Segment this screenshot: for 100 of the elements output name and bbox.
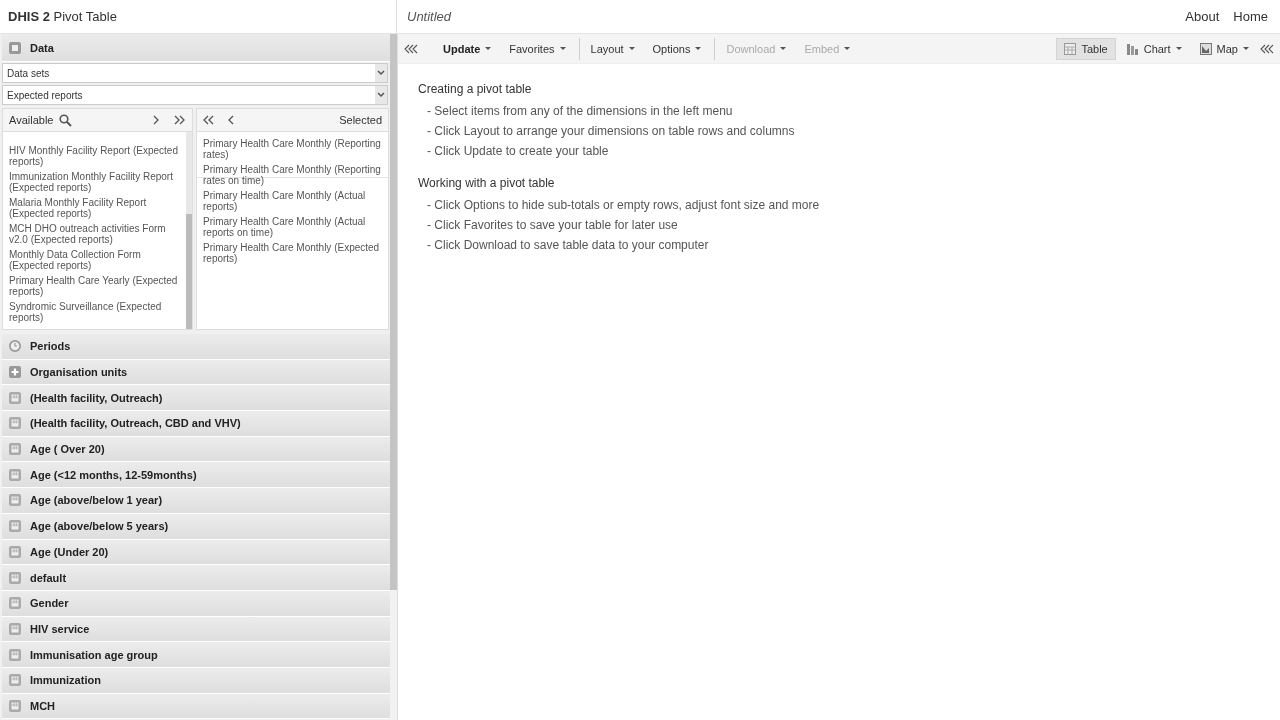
app-title: DHIS 2 Pivot Table bbox=[8, 9, 117, 24]
section-header[interactable]: Age (above/below 5 years) bbox=[2, 513, 390, 540]
caret-icon bbox=[1175, 47, 1182, 50]
chevron-right-icon[interactable] bbox=[153, 115, 160, 125]
scrollbar-thumb[interactable] bbox=[186, 214, 192, 329]
grid-icon bbox=[9, 520, 21, 533]
document-icon bbox=[9, 41, 21, 54]
list-item[interactable]: Primary Health Care Monthly (Reporting rates) bbox=[203, 138, 384, 160]
view-button[interactable]: Map bbox=[1192, 37, 1256, 60]
view-button[interactable]: Table bbox=[1056, 37, 1116, 60]
section-header[interactable]: Age (<12 months, 12-59months) bbox=[2, 462, 390, 489]
list-item[interactable]: Immunization Monthly Facility Report (Expected reports) bbox=[9, 171, 182, 193]
grid-icon bbox=[9, 597, 21, 610]
list-item[interactable]: Primary Health Care Monthly (Reporting rates on time) bbox=[203, 164, 384, 186]
section-header[interactable]: Age ( Over 20) bbox=[2, 436, 390, 463]
list-label: Selected bbox=[339, 114, 382, 126]
toolbar-button[interactable]: Options bbox=[645, 37, 709, 60]
list-item[interactable]: Primary Health Care Monthly (Expected reports) bbox=[203, 242, 384, 264]
section-title: default bbox=[30, 571, 67, 584]
section-title: Organisation units bbox=[30, 366, 128, 379]
favorite-title: Untitled bbox=[407, 9, 452, 24]
plus-icon bbox=[9, 366, 21, 379]
chevron-down-icon bbox=[377, 92, 385, 98]
list-item[interactable]: Malaria Monthly Facility Report (Expected reports) bbox=[9, 197, 182, 219]
toolbar-button[interactable]: Favorites bbox=[502, 37, 573, 60]
view-button[interactable]: Chart bbox=[1119, 37, 1189, 60]
grid-icon bbox=[9, 699, 21, 712]
nav-link[interactable]: Home bbox=[1233, 9, 1268, 24]
list-item[interactable]: Primary Health Care Monthly (Actual reports on time) bbox=[203, 216, 384, 238]
list-item[interactable]: Primary Health Care Monthly (Actual reports) bbox=[203, 190, 384, 212]
list-item[interactable]: Monthly Data Collection Form (Expected reports) bbox=[9, 249, 182, 271]
table-icon bbox=[1064, 42, 1077, 55]
section-header[interactable]: Age (above/below 1 year) bbox=[2, 488, 390, 514]
section-title: Data bbox=[30, 41, 54, 54]
help-text: - Click Layout to arrange your dimensions on table rows and columns bbox=[426, 124, 796, 138]
map-icon bbox=[1199, 42, 1212, 55]
grid-icon bbox=[9, 648, 21, 661]
toolbar-button[interactable]: Layout bbox=[578, 37, 642, 60]
grid-icon bbox=[9, 417, 21, 430]
caret-icon bbox=[695, 47, 702, 50]
grid-icon bbox=[9, 571, 21, 584]
grid-icon bbox=[9, 674, 21, 687]
help-text: - Click Update to create your table bbox=[426, 144, 610, 158]
section-header[interactable]: Periods bbox=[2, 334, 390, 360]
section-header[interactable]: HIV service bbox=[2, 616, 390, 643]
search-icon[interactable] bbox=[59, 113, 73, 127]
grid-icon bbox=[9, 468, 21, 481]
section-title: Periods bbox=[30, 340, 71, 353]
help-heading: Creating a pivot table bbox=[418, 82, 533, 96]
list-item[interactable]: Primary Health Care Yearly (Expected reports) bbox=[9, 275, 182, 297]
section-header[interactable]: Organisation units bbox=[2, 359, 390, 386]
section-title: HIV service bbox=[30, 622, 90, 635]
caret-icon bbox=[559, 47, 566, 50]
grid-icon bbox=[9, 545, 21, 558]
grid-icon bbox=[9, 622, 21, 635]
list-item[interactable]: Syndromic Surveillance (Expected reports) bbox=[9, 301, 182, 323]
section-title: Age (<12 months, 12-59months) bbox=[30, 468, 197, 481]
section-title: Gender bbox=[30, 597, 69, 610]
collapse-icon[interactable] bbox=[404, 43, 418, 54]
list-item[interactable]: HIV Monthly Facility Report (Expected reports) bbox=[9, 145, 182, 167]
help-heading: Working with a pivot table bbox=[418, 176, 556, 190]
section-header[interactable]: Immunization bbox=[2, 667, 390, 694]
section-header[interactable]: (Health facility, Outreach) bbox=[2, 385, 390, 412]
help-text: - Click Options to hide sub-totals or empty rows, adjust font size and more bbox=[426, 198, 821, 212]
toolbar-button[interactable]: Update bbox=[436, 37, 499, 60]
caret-icon bbox=[485, 47, 492, 50]
caret-icon bbox=[844, 47, 851, 50]
chevron-down-icon bbox=[377, 70, 385, 76]
scrollbar-thumb[interactable] bbox=[390, 34, 397, 590]
section-title: Age (above/below 5 years) bbox=[30, 520, 169, 533]
section-header[interactable]: Gender bbox=[2, 590, 390, 617]
section-header[interactable]: Data bbox=[2, 34, 390, 62]
double-chevron-left-icon[interactable] bbox=[203, 115, 215, 125]
chevron-left-icon[interactable] bbox=[227, 115, 234, 125]
nav-link[interactable]: About bbox=[1185, 9, 1220, 24]
section-header[interactable]: default bbox=[2, 565, 390, 591]
list-label: Available bbox=[9, 114, 54, 126]
grid-icon bbox=[9, 443, 21, 456]
help-text: - Click Download to save table data to your computer bbox=[426, 238, 710, 252]
section-title: Immunization bbox=[30, 674, 101, 687]
grid-icon bbox=[9, 391, 21, 404]
caret-icon bbox=[780, 47, 787, 50]
dropdown-field[interactable]: Data sets bbox=[2, 63, 388, 83]
grid-icon bbox=[9, 494, 21, 507]
section-title: Age ( Over 20) bbox=[30, 443, 105, 456]
section-header[interactable]: Age (Under 20) bbox=[2, 539, 390, 566]
section-header[interactable]: Immunisation age group bbox=[2, 642, 390, 668]
section-header[interactable]: (Health facility, Outreach, CBD and VHV) bbox=[2, 411, 390, 437]
section-title: MCH bbox=[30, 699, 56, 712]
double-chevron-right-icon[interactable] bbox=[174, 115, 186, 125]
list-item[interactable]: MCH DHO outreach activities Form v2.0 (Expected reports) bbox=[9, 223, 182, 245]
clock-icon bbox=[9, 340, 21, 353]
help-text: - Click Favorites to save your table for later use bbox=[426, 218, 679, 232]
collapse-icon[interactable] bbox=[1260, 43, 1274, 54]
section-title: Immunisation age group bbox=[30, 648, 158, 661]
dropdown-field[interactable]: Expected reports bbox=[2, 85, 388, 105]
caret-icon bbox=[628, 47, 635, 50]
help-text: - Select items from any of the dimensions in the left menu bbox=[426, 104, 734, 118]
section-header[interactable]: MCH bbox=[2, 693, 390, 720]
bar-chart-icon bbox=[1126, 42, 1139, 55]
